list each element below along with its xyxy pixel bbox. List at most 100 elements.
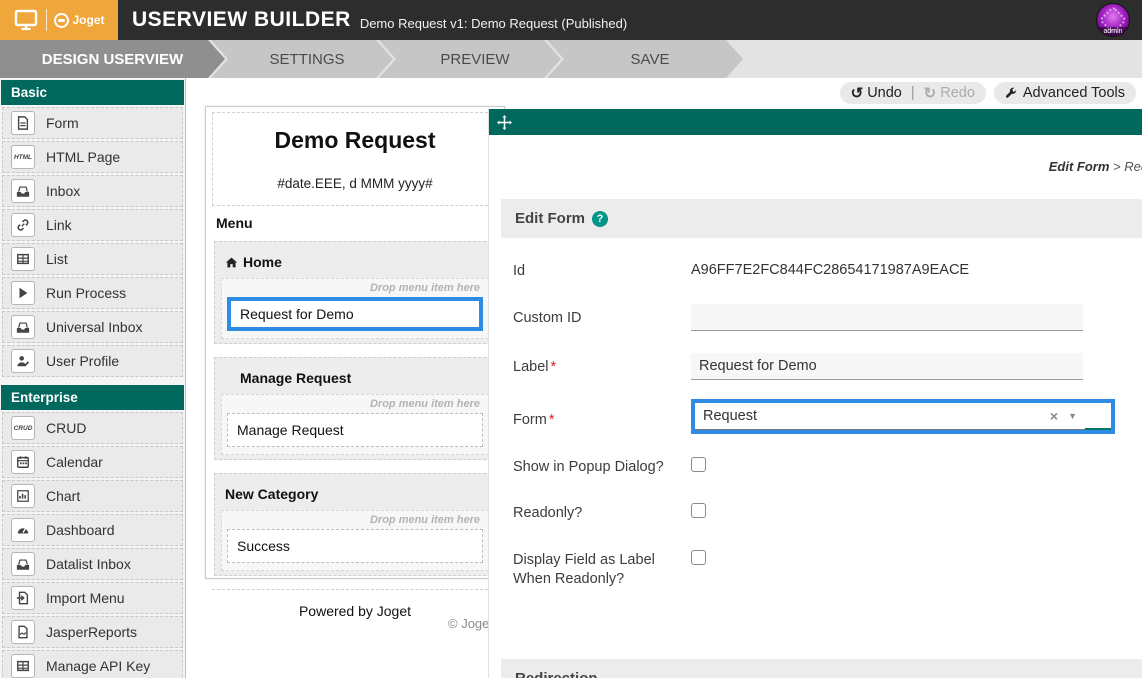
undo-button[interactable]: ↺ Undo	[851, 84, 902, 102]
palette-item-manage-api-key[interactable]: Manage API Key	[2, 650, 183, 678]
palette-item-list[interactable]: List	[2, 243, 183, 275]
category-list-icon	[225, 372, 238, 385]
palette-item-import-menu[interactable]: Import Menu	[2, 582, 183, 614]
category-manage-request-dropzone: Drop menu item here Manage Request	[221, 394, 489, 455]
id-value: A96FF7E2FC844FC28654171987A9EACE	[691, 257, 1142, 278]
field-row-id: Id A96FF7E2FC844FC28654171987A9EACE	[513, 246, 1142, 293]
palette-section-enterprise: Enterprise	[1, 385, 184, 410]
redo-button[interactable]: ↻ Redo	[924, 84, 975, 102]
joget-logo-icon	[54, 13, 69, 28]
top-bar: Joget USERVIEW BUILDER Demo Request v1: …	[0, 0, 1142, 40]
palette-section-basic: Basic	[1, 80, 184, 105]
list-icon	[11, 247, 35, 271]
preview-date-placeholder: #date.EEE, d MMM yyyy#	[217, 176, 493, 191]
menu-item-manage-request[interactable]: Manage Request	[227, 413, 483, 447]
chart-icon	[11, 484, 35, 508]
field-row-custom-id: Custom ID	[513, 293, 1142, 342]
toolbar-separator: |	[911, 85, 915, 101]
properties-drag-bar[interactable]	[489, 109, 1142, 135]
label-label: Label*	[513, 353, 673, 378]
required-asterisk: *	[550, 359, 556, 375]
category-new-category[interactable]: New Category Drop menu item here Success	[214, 473, 496, 576]
admin-avatar[interactable]: admin	[1096, 3, 1130, 37]
palette-item-chart[interactable]: Chart	[2, 480, 183, 512]
palette-sidebar: Basic Form HTML HTML Page Inbox Link Lis…	[0, 78, 186, 678]
preview-header: Demo Request #date.EEE, d MMM yyyy#	[212, 112, 498, 206]
redirection-section-header: Redirection	[501, 659, 1142, 678]
form-icon	[11, 111, 35, 135]
palette-item-run-process[interactable]: Run Process	[2, 277, 183, 309]
field-row-display-field: Display Field as Label When Readonly?	[513, 535, 1142, 601]
chevron-down-icon[interactable]: ▼	[1068, 411, 1077, 421]
advanced-tools-button[interactable]: Advanced Tools	[994, 82, 1136, 104]
wrench-icon	[1005, 87, 1018, 100]
id-label: Id	[513, 257, 673, 282]
category-manage-request-header: Manage Request	[221, 364, 489, 394]
palette-item-html-page[interactable]: HTML HTML Page	[2, 141, 183, 173]
help-icon[interactable]: ?	[592, 211, 608, 227]
readonly-checkbox[interactable]	[691, 503, 706, 518]
palette-item-crud[interactable]: CRUD CRUD	[2, 412, 183, 444]
palette-item-inbox[interactable]: Inbox	[2, 175, 183, 207]
display-field-checkbox[interactable]	[691, 550, 706, 565]
tab-design-userview[interactable]: DESIGN USERVIEW	[0, 40, 225, 78]
menu-item-request-for-demo[interactable]: Request for Demo	[227, 297, 483, 331]
form-select[interactable]: Request × ▼	[695, 403, 1085, 430]
link-icon	[11, 213, 35, 237]
undo-icon: ↺	[851, 84, 864, 102]
properties-panel: Edit Form > Redirection Edit Form ? Id A…	[488, 109, 1142, 678]
user-profile-icon	[11, 349, 35, 373]
preview-title: Demo Request	[217, 127, 493, 154]
palette-item-datalist-inbox[interactable]: Datalist Inbox	[2, 548, 183, 580]
field-row-readonly: Readonly?	[513, 488, 1142, 535]
field-row-popup: Show in Popup Dialog?	[513, 442, 1142, 489]
tab-save[interactable]: SAVE	[547, 40, 743, 78]
breadcrumb: Edit Form > Redirection	[1049, 159, 1142, 174]
palette-item-jasperreports[interactable]: JasperReports	[2, 616, 183, 648]
import-menu-icon	[11, 586, 35, 610]
joget-logo-text: Joget	[72, 13, 104, 27]
popup-checkbox[interactable]	[691, 457, 706, 472]
manage-api-key-icon	[11, 654, 35, 678]
palette-item-dashboard[interactable]: Dashboard	[2, 514, 183, 546]
custom-id-input[interactable]	[691, 304, 1083, 331]
form-select-highlighted: Request × ▼	[691, 399, 1115, 434]
display-field-label: Display Field as Label When Readonly?	[513, 546, 673, 590]
palette-item-form[interactable]: Form	[2, 107, 183, 139]
main-canvas: Basic Form HTML HTML Page Inbox Link Lis…	[0, 78, 1142, 678]
tab-settings[interactable]: SETTINGS	[211, 40, 393, 78]
breadcrumb-next[interactable]: Redirection	[1124, 159, 1142, 174]
preview-menu-label: Menu	[212, 206, 498, 241]
clear-selection-icon[interactable]: ×	[1050, 408, 1058, 424]
label-input[interactable]	[691, 353, 1083, 380]
form-select-value: Request	[703, 408, 1040, 424]
brand-block[interactable]: Joget	[0, 0, 118, 40]
menu-item-success[interactable]: Success	[227, 529, 483, 563]
app-title: USERVIEW BUILDER	[132, 8, 351, 32]
builder-tab-strip: DESIGN USERVIEW SETTINGS PREVIEW SAVE	[0, 40, 1142, 78]
dashboard-icon	[11, 518, 35, 542]
category-home[interactable]: Home Drop menu item here Request for Dem…	[214, 241, 496, 344]
breadcrumb-current[interactable]: Edit Form	[1049, 159, 1110, 174]
drop-hint: Drop menu item here	[226, 280, 484, 297]
external-link-icon	[1091, 408, 1106, 423]
admin-avatar-label: admin	[1097, 27, 1129, 36]
category-manage-request[interactable]: Manage Request Drop menu item here Manag…	[214, 357, 496, 460]
drop-hint: Drop menu item here	[226, 396, 484, 413]
palette-item-universal-inbox[interactable]: Universal Inbox	[2, 311, 183, 343]
breadcrumb-separator: >	[1109, 159, 1124, 174]
palette-item-link[interactable]: Link	[2, 209, 183, 241]
crud-icon: CRUD	[11, 416, 35, 440]
palette-item-user-profile[interactable]: User Profile	[2, 345, 183, 377]
jasperreports-icon	[11, 620, 35, 644]
monitor-icon	[13, 8, 39, 32]
tab-preview[interactable]: PREVIEW	[379, 40, 561, 78]
category-new-category-dropzone: Drop menu item here Success	[221, 510, 489, 571]
brand-divider	[46, 9, 47, 31]
joget-logo: Joget	[54, 13, 104, 28]
palette-item-calendar[interactable]: Calendar	[2, 446, 183, 478]
universal-inbox-icon	[11, 315, 35, 339]
open-form-button[interactable]	[1085, 403, 1111, 430]
category-home-dropzone: Drop menu item here Request for Demo	[221, 278, 489, 339]
form-label: Form*	[513, 399, 673, 431]
